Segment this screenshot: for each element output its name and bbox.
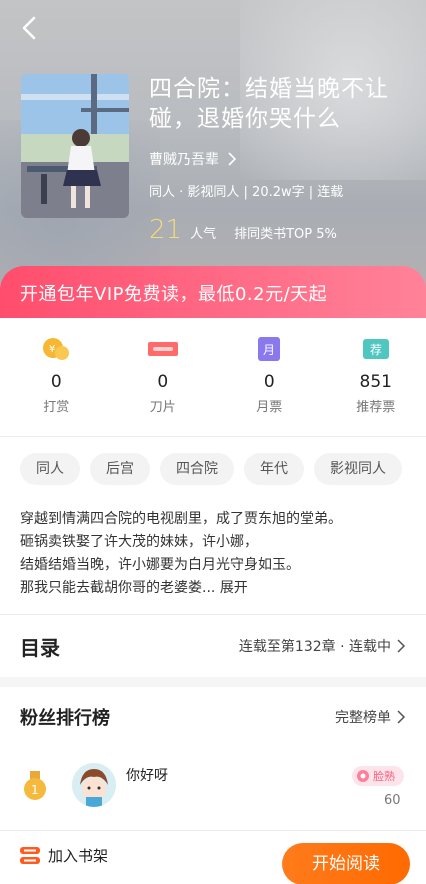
- tag-item[interactable]: 四合院: [160, 453, 234, 485]
- catalog-title: 目录: [20, 635, 60, 660]
- author-name: 曹贼乃吾辈: [149, 152, 219, 168]
- stat-label: 打赏: [43, 400, 70, 415]
- avatar[interactable]: [72, 763, 116, 807]
- description-line: 结婚结婚当晚，许小娜要为白月光守身如玉。: [20, 557, 300, 573]
- monthly-ticket-icon-text: 月: [263, 343, 275, 357]
- book-description[interactable]: 穿越到情满四合院的电视剧里，成了贾东旭的堂弟。 砸锅卖铁娶了许大茂的妹妹，许小娜…: [20, 508, 416, 600]
- popularity-value: 21: [149, 215, 183, 245]
- rank-text: 排同类书TOP 5%: [234, 227, 337, 242]
- book-meta: 同人 · 影视同人 | 20.2w字 | 连载: [149, 185, 344, 200]
- avatar-image: [72, 763, 116, 807]
- fan-level-badge: 脸熟: [352, 766, 404, 786]
- add-to-shelf-button[interactable]: 加入书架: [20, 845, 108, 866]
- fans-title: 粉丝排行榜: [20, 708, 110, 729]
- fan-list-item[interactable]: 1 你好呀 脸熟 60: [0, 755, 426, 815]
- popularity-row: 21 人气 排同类书TOP 5%: [149, 215, 337, 245]
- tag-item[interactable]: 影视同人: [314, 453, 402, 485]
- author-link[interactable]: 曹贼乃吾辈: [149, 149, 237, 169]
- flower-icon: [357, 770, 369, 782]
- expand-link[interactable]: 展开: [220, 580, 248, 596]
- stat-monthly-ticket[interactable]: 月 0 月票: [219, 326, 320, 436]
- description-line: 穿越到情满四合院的电视剧里，成了贾东旭的堂弟。: [20, 511, 342, 527]
- tag-item[interactable]: 年代: [244, 453, 304, 485]
- catalog-row[interactable]: 目录 连载至第132章 · 连载中: [0, 615, 426, 677]
- popularity-label: 人气: [190, 227, 217, 242]
- stat-label: 刀片: [149, 400, 176, 415]
- coin-icon: ¥: [43, 338, 70, 360]
- gold-medal-icon: 1: [24, 771, 46, 800]
- svg-text:¥: ¥: [49, 344, 55, 355]
- fan-name: 你好呀: [126, 768, 168, 784]
- stat-value: 0: [50, 372, 62, 392]
- book-header: 四合院：结婚当晚不让碰，退婚你哭什么 曹贼乃吾辈 同人 · 影视同人 | 20.…: [0, 0, 426, 300]
- blade-icon: [147, 342, 178, 356]
- chevron-right-icon: [397, 639, 406, 653]
- bottom-bar: 加入书架 开始阅读: [0, 830, 426, 884]
- stat-value: 0: [157, 372, 169, 392]
- vip-banner[interactable]: 开通包年VIP免费读，最低0.2元/天起: [0, 266, 426, 318]
- chevron-right-icon: [397, 710, 406, 724]
- book-cover-art: [21, 74, 129, 218]
- fan-badge-label: 脸熟: [373, 770, 395, 783]
- catalog-status-link: 连载至第132章 · 连载中: [239, 636, 406, 656]
- fans-header: 粉丝排行榜 完整榜单: [0, 697, 426, 737]
- stat-label: 推荐票: [356, 400, 396, 415]
- full-list-link[interactable]: 完整榜单: [335, 707, 406, 727]
- divider: [0, 436, 426, 437]
- stat-value: 0: [263, 372, 275, 392]
- stat-label: 月票: [256, 400, 283, 415]
- stats-row: ¥ 0 打赏 0 刀片 月 0 月票 荐 851 推荐票: [0, 326, 426, 436]
- add-to-shelf-label: 加入书架: [48, 847, 109, 865]
- fan-score: 60: [384, 793, 401, 808]
- stat-reward[interactable]: ¥ 0 打赏: [6, 326, 107, 436]
- tag-item[interactable]: 后宫: [90, 453, 150, 485]
- description-text: 那我只能去截胡你哥的老婆娄...: [20, 580, 216, 596]
- recommend-ticket-icon: 荐: [362, 339, 389, 359]
- section-gap: [0, 677, 426, 687]
- full-list-label: 完整榜单: [335, 710, 391, 726]
- book-cover[interactable]: [21, 74, 129, 218]
- recommend-ticket-icon-text: 荐: [370, 343, 382, 357]
- medal-rank: 1: [31, 783, 39, 797]
- catalog-status: 连载至第132章 · 连载中: [238, 639, 391, 655]
- stat-value: 851: [359, 372, 392, 392]
- tag-list: 同人 后宫 四合院 年代 影视同人: [20, 453, 426, 485]
- description-line: 砸锅卖铁娶了许大茂的妹妹，许小娜，: [20, 534, 258, 550]
- monthly-ticket-icon: 月: [258, 337, 281, 361]
- tag-item[interactable]: 同人: [20, 453, 80, 485]
- stat-blade[interactable]: 0 刀片: [113, 326, 214, 436]
- back-arrow-icon[interactable]: [16, 14, 44, 42]
- chevron-right-icon: [228, 152, 237, 166]
- bookshelf-icon: [20, 846, 40, 864]
- start-reading-button[interactable]: 开始阅读: [282, 843, 410, 884]
- book-title: 四合院：结婚当晚不让碰，退婚你哭什么: [149, 76, 389, 132]
- stat-recommend-ticket[interactable]: 荐 851 推荐票: [326, 326, 426, 436]
- description-line: 那我只能去截胡你哥的老婆娄... 展开: [20, 577, 416, 600]
